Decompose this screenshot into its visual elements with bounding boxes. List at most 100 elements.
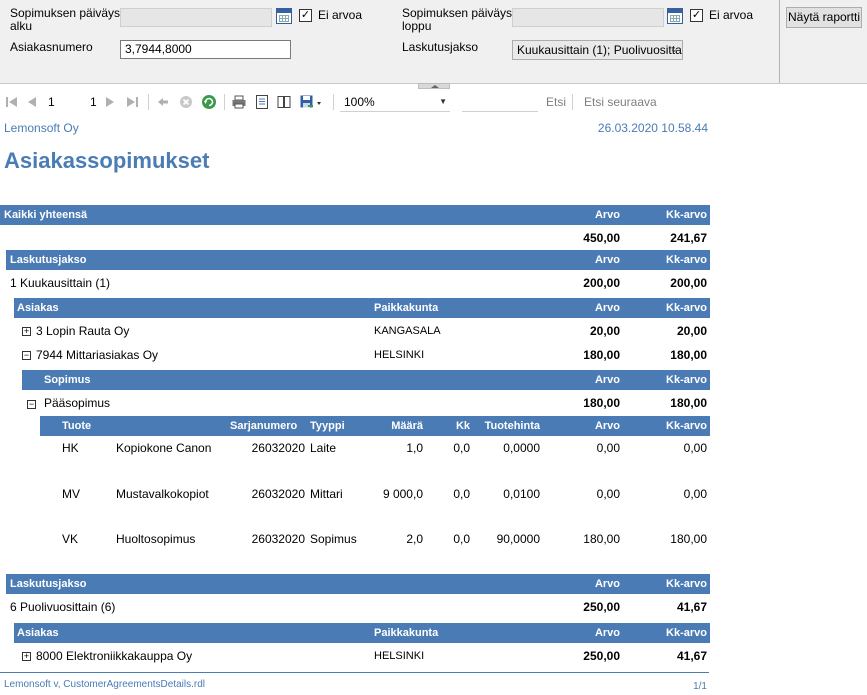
- end-date-input[interactable]: [512, 8, 664, 27]
- customer-name: 3 Lopin Rauta Oy: [36, 324, 130, 338]
- customer-arvo: 180,00: [583, 348, 620, 362]
- billing-group-kkarvo: 200,00: [670, 276, 707, 290]
- col-arvo-header: Arvo: [594, 420, 620, 432]
- last-page-icon[interactable]: [124, 94, 140, 110]
- col-arvo-header: Arvo: [594, 374, 620, 386]
- company-name: Lemonsoft Oy: [4, 121, 79, 135]
- product-type: Sopimus: [310, 532, 357, 546]
- product-kkarvo: 0,00: [683, 487, 707, 501]
- customer-kkarvo: 180,00: [670, 348, 707, 362]
- zoom-select[interactable]: 100% ▼: [340, 93, 450, 112]
- col-kkarvo-header: Kk-arvo: [666, 209, 707, 221]
- print-layout-icon[interactable]: [254, 94, 270, 110]
- start-date-label: Sopimuksen päiväys alku: [10, 7, 120, 33]
- report-page-number: 1/1: [693, 681, 707, 692]
- customer-number-input[interactable]: 3,7944,8000: [120, 40, 291, 59]
- refresh-icon[interactable]: [201, 94, 217, 110]
- first-page-icon[interactable]: [4, 94, 20, 110]
- billing-period-select[interactable]: Kuukausittain (1); Puolivuosittai ⌄: [512, 40, 683, 60]
- billing-period-value: Kuukausittain (1); Puolivuosittai: [517, 43, 683, 57]
- col-arvo-header: Arvo: [594, 209, 620, 221]
- customer-header: Asiakas: [17, 302, 59, 314]
- product-kkarvo: 0,00: [683, 441, 707, 455]
- customer-header: Asiakas: [17, 627, 59, 639]
- parameter-panel: Sopimuksen päiväys alku ✓ Ei arvoa Sopim…: [0, 0, 867, 84]
- end-date-label-line2: loppu: [402, 19, 432, 33]
- expand-toggle-icon[interactable]: +: [22, 327, 31, 336]
- agreement-header: Sopimus: [44, 374, 91, 386]
- previous-page-icon[interactable]: [24, 94, 40, 110]
- billing-period-band: Laskutusjakso Arvo Kk-arvo: [6, 574, 710, 594]
- start-date-calendar-icon[interactable]: [276, 8, 292, 24]
- col-kkarvo-header: Kk-arvo: [666, 420, 707, 432]
- toolbar-separator: [148, 94, 149, 110]
- current-page-input[interactable]: 1: [48, 93, 80, 111]
- report-title: Asiakassopimukset: [4, 148, 210, 173]
- col-arvo-header: Arvo: [594, 254, 620, 266]
- print-icon[interactable]: [231, 94, 247, 110]
- quantity-header: Määrä: [391, 420, 423, 432]
- export-icon[interactable]: [299, 94, 323, 110]
- customer-city: HELSINKI: [374, 349, 425, 361]
- agreement-header-band: Sopimus Arvo Kk-arvo: [22, 370, 710, 390]
- customer-name: 8000 Elektroniikkakauppa Oy: [36, 649, 193, 663]
- toolbar-separator: [224, 94, 225, 110]
- find-next-link[interactable]: Etsi seuraava: [584, 93, 657, 111]
- start-date-label-line2: alku: [10, 19, 33, 33]
- type-header: Tyyppi: [310, 420, 345, 432]
- end-date-no-value-label: Ei arvoa: [709, 8, 754, 22]
- product-price: 0,0100: [503, 487, 540, 501]
- page-setup-icon[interactable]: [276, 94, 292, 110]
- product-arvo: 0,00: [596, 487, 620, 501]
- agreement-arvo: 180,00: [583, 396, 620, 410]
- start-date-no-value-checkbox[interactable]: ✓: [299, 9, 312, 22]
- next-page-icon[interactable]: [102, 94, 118, 110]
- report-body: Lemonsoft Oy 26.03.2020 10.58.44 Asiakas…: [0, 115, 867, 695]
- customer-header-band: Asiakas Paikkakunta Arvo Kk-arvo: [14, 298, 710, 318]
- product-arvo: 180,00: [583, 532, 620, 546]
- col-arvo-header: Arvo: [594, 302, 620, 314]
- product-kk: 0,0: [453, 441, 470, 455]
- find-link[interactable]: Etsi: [546, 93, 566, 111]
- product-kk: 0,0: [453, 532, 470, 546]
- product-type: Laite: [310, 441, 337, 455]
- chevron-down-icon: ⌄: [669, 44, 678, 55]
- customer-arvo: 20,00: [589, 324, 620, 338]
- back-icon[interactable]: [155, 94, 171, 110]
- billing-period-header: Laskutusjakso: [10, 254, 87, 266]
- collapse-toggle-icon[interactable]: −: [22, 351, 31, 360]
- product-header: Tuote: [62, 420, 92, 432]
- product-name: Mustavalkokopiot: [116, 487, 209, 501]
- report-footer-source: Lemonsoft v, CustomerAgreementsDetails.r…: [4, 679, 206, 690]
- stop-icon[interactable]: [178, 94, 194, 110]
- product-quantity: 2,0: [406, 532, 423, 546]
- product-price: 0,0000: [503, 441, 540, 455]
- collapse-toggle-icon[interactable]: −: [27, 400, 36, 409]
- product-kkarvo: 180,00: [670, 532, 707, 546]
- customer-name: 7944 Mittariasiakas Oy: [36, 348, 159, 362]
- customer-city: HELSINKI: [374, 650, 425, 662]
- customer-kkarvo: 20,00: [676, 324, 707, 338]
- expand-toggle-icon[interactable]: +: [22, 652, 31, 661]
- col-kkarvo-header: Kk-arvo: [666, 374, 707, 386]
- col-kkarvo-header: Kk-arvo: [666, 302, 707, 314]
- total-arvo: 450,00: [583, 231, 620, 245]
- kk-header: Kk: [455, 420, 470, 432]
- customer-number-label: Asiakasnumero: [10, 40, 93, 54]
- city-header: Paikkakunta: [374, 302, 439, 314]
- start-date-input[interactable]: [120, 8, 272, 27]
- find-input[interactable]: [462, 93, 538, 112]
- end-date-calendar-icon[interactable]: [667, 8, 683, 24]
- product-name: Kopiokone Canon: [116, 441, 212, 455]
- price-header: Tuotehinta: [484, 420, 540, 432]
- end-date-no-value-checkbox[interactable]: ✓: [690, 9, 703, 22]
- total-header-band: Kaikki yhteensä Arvo Kk-arvo: [0, 205, 710, 225]
- col-kkarvo-header: Kk-arvo: [666, 578, 707, 590]
- toolbar-separator: [572, 94, 573, 110]
- city-header: Paikkakunta: [374, 627, 439, 639]
- col-arvo-header: Arvo: [594, 578, 620, 590]
- view-report-button[interactable]: Näytä raportti: [786, 7, 862, 28]
- product-code: MV: [62, 487, 80, 501]
- total-kkarvo: 241,67: [670, 231, 707, 245]
- product-arvo: 0,00: [596, 441, 620, 455]
